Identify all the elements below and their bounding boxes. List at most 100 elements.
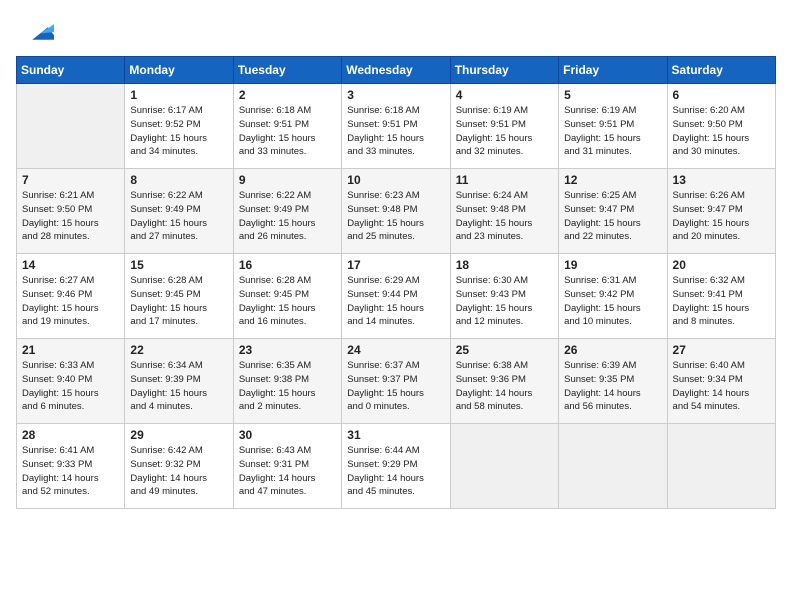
day-info: Sunrise: 6:18 AMSunset: 9:51 PMDaylight:… <box>347 104 444 159</box>
day-info: Sunrise: 6:20 AMSunset: 9:50 PMDaylight:… <box>673 104 770 159</box>
day-number: 1 <box>130 88 227 102</box>
weekday-header-wednesday: Wednesday <box>342 57 450 84</box>
day-cell: 20 Sunrise: 6:32 AMSunset: 9:41 PMDayligh… <box>667 254 775 339</box>
page: SundayMondayTuesdayWednesdayThursdayFrid… <box>0 0 792 612</box>
week-row-3: 21 Sunrise: 6:33 AMSunset: 9:40 PMDayligh… <box>17 339 776 424</box>
day-cell: 14Sunrise: 6:27 AMSunset: 9:46 PMDayligh… <box>17 254 125 339</box>
day-number: 4 <box>456 88 553 102</box>
week-row-0: 1 Sunrise: 6:17 AMSunset: 9:52 PMDaylight… <box>17 84 776 169</box>
day-number: 15 <box>130 258 227 272</box>
day-number: 6 <box>673 88 770 102</box>
day-info: Sunrise: 6:39 AMSunset: 9:35 PMDaylight:… <box>564 359 661 414</box>
day-info: Sunrise: 6:21 AMSunset: 9:50 PMDaylight:… <box>22 189 119 244</box>
day-info: Sunrise: 6:35 AMSunset: 9:38 PMDaylight:… <box>239 359 336 414</box>
week-row-2: 14Sunrise: 6:27 AMSunset: 9:46 PMDayligh… <box>17 254 776 339</box>
day-cell: 9Sunrise: 6:22 AMSunset: 9:49 PMDaylight… <box>233 169 341 254</box>
day-cell: 6 Sunrise: 6:20 AMSunset: 9:50 PMDaylight… <box>667 84 775 169</box>
day-cell: 23 Sunrise: 6:35 AMSunset: 9:38 PMDayligh… <box>233 339 341 424</box>
day-info: Sunrise: 6:30 AMSunset: 9:43 PMDaylight:… <box>456 274 553 329</box>
day-cell: 5 Sunrise: 6:19 AMSunset: 9:51 PMDaylight… <box>559 84 667 169</box>
day-number: 14 <box>22 258 119 272</box>
day-info: Sunrise: 6:19 AMSunset: 9:51 PMDaylight:… <box>564 104 661 159</box>
day-cell: 11Sunrise: 6:24 AMSunset: 9:48 PMDayligh… <box>450 169 558 254</box>
day-number: 27 <box>673 343 770 357</box>
week-row-4: 28Sunrise: 6:41 AMSunset: 9:33 PMDayligh… <box>17 424 776 509</box>
calendar-table: SundayMondayTuesdayWednesdayThursdayFrid… <box>16 56 776 509</box>
day-cell: 31 Sunrise: 6:44 AMSunset: 9:29 PMDayligh… <box>342 424 450 509</box>
day-info: Sunrise: 6:18 AMSunset: 9:51 PMDaylight:… <box>239 104 336 159</box>
day-number: 17 <box>347 258 444 272</box>
day-cell: 15 Sunrise: 6:28 AMSunset: 9:45 PMDayligh… <box>125 254 233 339</box>
day-cell: 26 Sunrise: 6:39 AMSunset: 9:35 PMDayligh… <box>559 339 667 424</box>
day-info: Sunrise: 6:26 AMSunset: 9:47 PMDaylight:… <box>673 189 770 244</box>
day-info: Sunrise: 6:34 AMSunset: 9:39 PMDaylight:… <box>130 359 227 414</box>
day-cell: 8 Sunrise: 6:22 AMSunset: 9:49 PMDaylight… <box>125 169 233 254</box>
header <box>0 0 792 56</box>
day-info: Sunrise: 6:41 AMSunset: 9:33 PMDaylight:… <box>22 444 119 499</box>
day-number: 3 <box>347 88 444 102</box>
day-cell: 22 Sunrise: 6:34 AMSunset: 9:39 PMDayligh… <box>125 339 233 424</box>
day-cell: 19 Sunrise: 6:31 AMSunset: 9:42 PMDayligh… <box>559 254 667 339</box>
day-info: Sunrise: 6:29 AMSunset: 9:44 PMDaylight:… <box>347 274 444 329</box>
logo-icon <box>26 18 54 46</box>
day-cell: 29 Sunrise: 6:42 AMSunset: 9:32 PMDayligh… <box>125 424 233 509</box>
day-number: 5 <box>564 88 661 102</box>
day-number: 20 <box>673 258 770 272</box>
weekday-header-saturday: Saturday <box>667 57 775 84</box>
day-number: 8 <box>130 173 227 187</box>
day-cell: 24Sunrise: 6:37 AMSunset: 9:37 PMDayligh… <box>342 339 450 424</box>
day-number: 26 <box>564 343 661 357</box>
weekday-header-sunday: Sunday <box>17 57 125 84</box>
day-number: 11 <box>456 173 553 187</box>
day-number: 21 <box>22 343 119 357</box>
day-info: Sunrise: 6:33 AMSunset: 9:40 PMDaylight:… <box>22 359 119 414</box>
day-info: Sunrise: 6:28 AMSunset: 9:45 PMDaylight:… <box>130 274 227 329</box>
day-number: 7 <box>22 173 119 187</box>
day-cell: 25Sunrise: 6:38 AMSunset: 9:36 PMDayligh… <box>450 339 558 424</box>
day-cell: 18 Sunrise: 6:30 AMSunset: 9:43 PMDayligh… <box>450 254 558 339</box>
day-cell: 7 Sunrise: 6:21 AMSunset: 9:50 PMDaylight… <box>17 169 125 254</box>
day-number: 9 <box>239 173 336 187</box>
day-number: 30 <box>239 428 336 442</box>
day-cell: 10Sunrise: 6:23 AMSunset: 9:48 PMDayligh… <box>342 169 450 254</box>
day-info: Sunrise: 6:42 AMSunset: 9:32 PMDaylight:… <box>130 444 227 499</box>
day-info: Sunrise: 6:32 AMSunset: 9:41 PMDaylight:… <box>673 274 770 329</box>
day-info: Sunrise: 6:25 AMSunset: 9:47 PMDaylight:… <box>564 189 661 244</box>
day-cell: 1 Sunrise: 6:17 AMSunset: 9:52 PMDaylight… <box>125 84 233 169</box>
logo <box>24 18 54 46</box>
day-info: Sunrise: 6:19 AMSunset: 9:51 PMDaylight:… <box>456 104 553 159</box>
day-number: 24 <box>347 343 444 357</box>
day-info: Sunrise: 6:43 AMSunset: 9:31 PMDaylight:… <box>239 444 336 499</box>
day-cell: 16 Sunrise: 6:28 AMSunset: 9:45 PMDayligh… <box>233 254 341 339</box>
day-number: 16 <box>239 258 336 272</box>
day-info: Sunrise: 6:44 AMSunset: 9:29 PMDaylight:… <box>347 444 444 499</box>
weekday-header-friday: Friday <box>559 57 667 84</box>
day-cell: 13 Sunrise: 6:26 AMSunset: 9:47 PMDayligh… <box>667 169 775 254</box>
day-cell: 27 Sunrise: 6:40 AMSunset: 9:34 PMDayligh… <box>667 339 775 424</box>
day-number: 22 <box>130 343 227 357</box>
calendar-wrapper: SundayMondayTuesdayWednesdayThursdayFrid… <box>0 56 792 525</box>
day-cell: 3 Sunrise: 6:18 AMSunset: 9:51 PMDaylight… <box>342 84 450 169</box>
weekday-header-thursday: Thursday <box>450 57 558 84</box>
day-cell <box>17 84 125 169</box>
day-info: Sunrise: 6:40 AMSunset: 9:34 PMDaylight:… <box>673 359 770 414</box>
weekday-header-row: SundayMondayTuesdayWednesdayThursdayFrid… <box>17 57 776 84</box>
day-cell: 17 Sunrise: 6:29 AMSunset: 9:44 PMDayligh… <box>342 254 450 339</box>
weekday-header-monday: Monday <box>125 57 233 84</box>
day-info: Sunrise: 6:22 AMSunset: 9:49 PMDaylight:… <box>130 189 227 244</box>
day-cell: 12Sunrise: 6:25 AMSunset: 9:47 PMDayligh… <box>559 169 667 254</box>
day-number: 13 <box>673 173 770 187</box>
day-info: Sunrise: 6:31 AMSunset: 9:42 PMDaylight:… <box>564 274 661 329</box>
week-row-1: 7 Sunrise: 6:21 AMSunset: 9:50 PMDaylight… <box>17 169 776 254</box>
day-cell: 21 Sunrise: 6:33 AMSunset: 9:40 PMDayligh… <box>17 339 125 424</box>
day-info: Sunrise: 6:28 AMSunset: 9:45 PMDaylight:… <box>239 274 336 329</box>
day-info: Sunrise: 6:17 AMSunset: 9:52 PMDaylight:… <box>130 104 227 159</box>
day-number: 29 <box>130 428 227 442</box>
day-number: 10 <box>347 173 444 187</box>
day-cell: 2Sunrise: 6:18 AMSunset: 9:51 PMDaylight… <box>233 84 341 169</box>
day-number: 23 <box>239 343 336 357</box>
day-number: 18 <box>456 258 553 272</box>
day-number: 31 <box>347 428 444 442</box>
day-number: 25 <box>456 343 553 357</box>
day-number: 19 <box>564 258 661 272</box>
